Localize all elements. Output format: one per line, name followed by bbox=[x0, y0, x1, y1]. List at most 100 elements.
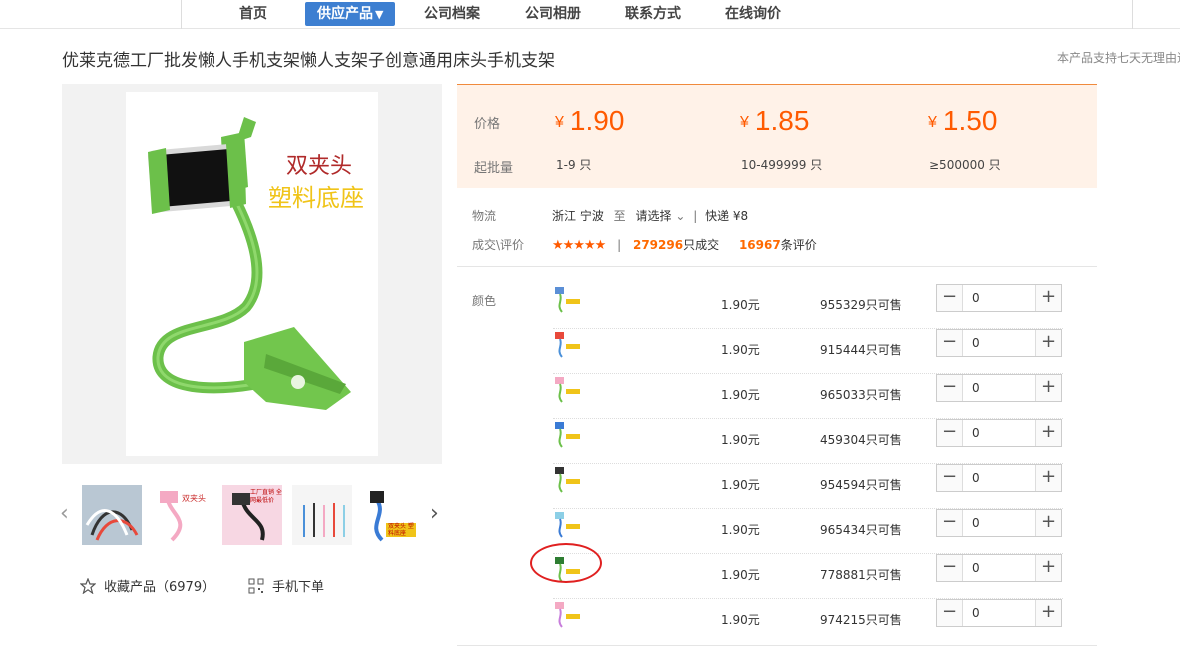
quantity-stepper: −+ bbox=[936, 554, 1062, 582]
plus-icon[interactable]: + bbox=[1035, 465, 1061, 491]
product-main-image: 双夹头 塑料底座 bbox=[126, 92, 378, 456]
minus-icon[interactable]: − bbox=[937, 555, 963, 581]
thumbnail-2-text: 双夹头 bbox=[182, 494, 206, 503]
caption-double-clip: 双夹头 bbox=[286, 154, 353, 179]
nav-company-profile[interactable]: 公司档案 bbox=[424, 2, 480, 26]
quantity-input[interactable] bbox=[964, 285, 1034, 311]
minus-icon[interactable]: − bbox=[937, 330, 963, 356]
logistics-label: 物流 bbox=[472, 209, 497, 223]
minus-icon[interactable]: − bbox=[937, 600, 963, 626]
plus-icon[interactable]: + bbox=[1035, 420, 1061, 446]
plus-icon[interactable]: + bbox=[1035, 285, 1061, 311]
quantity-input[interactable] bbox=[964, 420, 1034, 446]
sku-thumbnail-image bbox=[555, 512, 580, 538]
quantity-stepper: −+ bbox=[936, 284, 1062, 312]
plus-icon[interactable]: + bbox=[1035, 510, 1061, 536]
nav-divider bbox=[1132, 0, 1133, 29]
tier-3-qty: ≥500000 只 bbox=[929, 158, 1001, 172]
nav-home[interactable]: 首页 bbox=[239, 2, 267, 26]
currency-symbol: ¥ bbox=[928, 114, 937, 131]
caption-plastic-base: 塑料底座 bbox=[268, 184, 364, 212]
review-link[interactable]: 16967条评价 bbox=[739, 238, 817, 252]
sold-count: 279296 bbox=[632, 238, 684, 252]
sku-price: 1.90元 bbox=[721, 298, 760, 312]
nav-contact[interactable]: 联系方式 bbox=[625, 2, 681, 26]
quantity-input[interactable] bbox=[964, 555, 1034, 581]
sku-thumbnail[interactable] bbox=[553, 330, 583, 360]
sku-thumbnail[interactable] bbox=[553, 600, 583, 630]
thumbnail-4[interactable] bbox=[292, 485, 352, 545]
minus-icon[interactable]: − bbox=[937, 285, 963, 311]
sku-price: 1.90元 bbox=[721, 433, 760, 447]
sku-row: 1.90元459304只可售−+ bbox=[553, 419, 1063, 464]
minus-icon[interactable]: − bbox=[937, 420, 963, 446]
quantity-input[interactable] bbox=[964, 510, 1034, 536]
sku-price: 1.90元 bbox=[721, 568, 760, 582]
mobile-order-button[interactable]: 手机下单 bbox=[248, 576, 324, 595]
plus-icon[interactable]: + bbox=[1035, 375, 1061, 401]
chevron-right-icon[interactable]: › bbox=[430, 501, 439, 526]
chevron-down-icon: ⌄ bbox=[675, 209, 686, 223]
highlight-circle bbox=[530, 543, 602, 583]
star-outline-icon bbox=[79, 577, 97, 595]
minus-icon[interactable]: − bbox=[937, 510, 963, 536]
quantity-input[interactable] bbox=[964, 600, 1034, 626]
thumbnail-3-text: 工厂直销 全网最低价 bbox=[250, 489, 282, 504]
currency-symbol: ¥ bbox=[740, 114, 749, 131]
plus-icon[interactable]: + bbox=[1035, 330, 1061, 356]
tier-1-price: ¥1.90 bbox=[555, 105, 624, 137]
quantity-stepper: −+ bbox=[936, 464, 1062, 492]
sku-thumbnail[interactable] bbox=[553, 285, 583, 315]
sku-price: 1.90元 bbox=[721, 613, 760, 627]
sku-thumbnail[interactable] bbox=[553, 510, 583, 540]
color-label: 颜色 bbox=[472, 294, 497, 308]
price-label: 价格 bbox=[474, 117, 501, 132]
minus-icon[interactable]: − bbox=[937, 375, 963, 401]
top-nav: 首页 供应产品 ▼ 公司档案 公司相册 联系方式 在线询价 bbox=[0, 0, 1180, 29]
nav-inquiry[interactable]: 在线询价 bbox=[725, 2, 781, 26]
quantity-input[interactable] bbox=[964, 375, 1034, 401]
thumbnail-1[interactable] bbox=[82, 485, 142, 545]
review-count: 16967 bbox=[738, 238, 781, 252]
minus-icon[interactable]: − bbox=[937, 465, 963, 491]
tier-2-price-value: 1.85 bbox=[754, 105, 810, 136]
sku-thumbnail[interactable] bbox=[553, 420, 583, 450]
chevron-down-icon: ▼ bbox=[375, 8, 384, 21]
sku-thumbnail[interactable] bbox=[553, 465, 583, 495]
qr-code-icon bbox=[248, 578, 264, 594]
thumbnail-1-image bbox=[82, 485, 142, 545]
sku-stock: 974215只可售 bbox=[820, 613, 902, 627]
sku-row: 1.90元954594只可售−+ bbox=[553, 464, 1063, 509]
sku-row: 1.90元915444只可售−+ bbox=[553, 329, 1063, 374]
quantity-input[interactable] bbox=[964, 465, 1034, 491]
thumbnail-5-text: 双夹头 塑料底座 bbox=[388, 523, 414, 537]
deals-label: 成交\评价 bbox=[472, 238, 525, 252]
favorite-button[interactable]: 收藏产品（6979） bbox=[79, 576, 216, 595]
main-image-viewer[interactable]: 双夹头 塑料底座 bbox=[62, 84, 442, 464]
price-box: 价格 起批量 ¥1.90 1-9 只 ¥1.85 10-499999 只 ¥1.… bbox=[457, 84, 1097, 188]
thumbnail-strip: ‹ 双夹头 工厂直销 全网最低价 双夹头 塑料底座 › bbox=[60, 485, 442, 545]
sku-stock: 915444只可售 bbox=[820, 343, 902, 357]
sku-stock: 965434只可售 bbox=[820, 523, 902, 537]
sku-price: 1.90元 bbox=[721, 388, 760, 402]
nav-company-album[interactable]: 公司相册 bbox=[525, 2, 581, 26]
sku-thumbnail-image bbox=[555, 332, 580, 358]
review-suffix: 条评价 bbox=[780, 238, 817, 252]
sku-thumbnail[interactable] bbox=[553, 375, 583, 405]
plus-icon[interactable]: + bbox=[1035, 555, 1061, 581]
quantity-stepper: −+ bbox=[936, 419, 1062, 447]
destination-select[interactable]: 请选择 ⌄ bbox=[636, 209, 686, 223]
sku-thumbnail-image bbox=[555, 602, 580, 628]
phone-holder-illustration bbox=[147, 117, 351, 410]
plus-icon[interactable]: + bbox=[1035, 600, 1061, 626]
thumbnail-3[interactable]: 工厂直销 全网最低价 bbox=[222, 485, 282, 545]
quantity-input[interactable] bbox=[964, 330, 1034, 356]
sku-stock: 965033只可售 bbox=[820, 388, 902, 402]
thumbnail-2[interactable]: 双夹头 bbox=[152, 485, 212, 545]
nav-products[interactable]: 供应产品 ▼ bbox=[305, 2, 396, 26]
logistics-origin: 浙江 宁波 bbox=[552, 209, 604, 223]
favorite-label: 收藏产品（6979） bbox=[104, 580, 216, 595]
thumbnail-5[interactable]: 双夹头 塑料底座 bbox=[362, 485, 420, 545]
tier-3-price-value: 1.50 bbox=[942, 105, 998, 136]
chevron-left-icon[interactable]: ‹ bbox=[60, 501, 69, 526]
